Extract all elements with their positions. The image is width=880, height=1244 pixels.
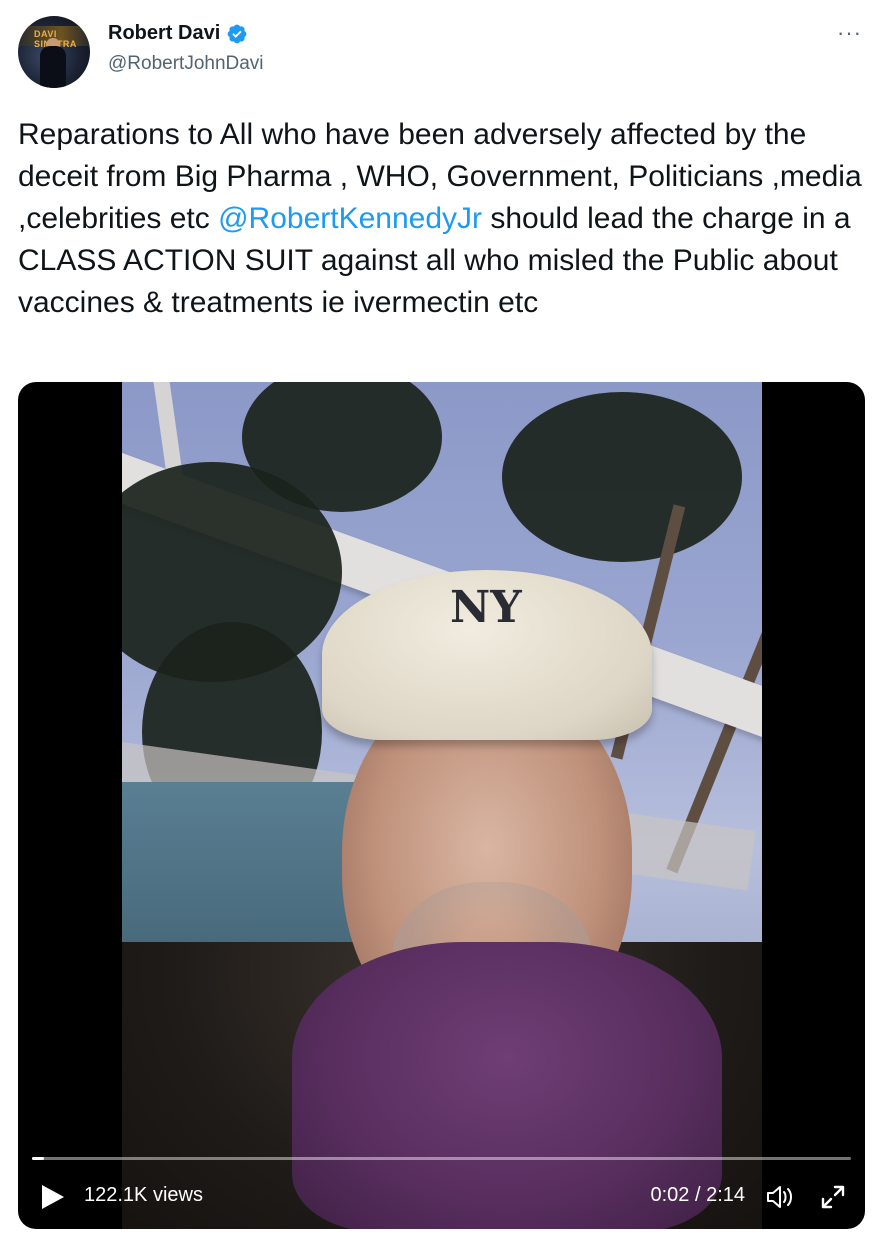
verified-badge-icon [227,24,247,43]
play-icon[interactable] [42,1185,64,1209]
author-display-name[interactable]: Robert Davi [108,22,220,45]
author-name-block: Robert Davi @RobertJohnDavi [108,22,264,75]
more-options-icon[interactable]: ··· [837,22,862,44]
palm-foliage [502,392,742,562]
mention-link[interactable]: @RobertKennedyJr [218,202,482,235]
view-count: 122.1K views [84,1184,203,1206]
avatar-poster-text: DAVI SINATRA [34,29,76,49]
progress-bar[interactable] [32,1157,851,1160]
video-controls: 122.1K views 0:02 / 2:14 [18,1139,865,1229]
author-handle[interactable]: @RobertJohnDavi [108,53,264,75]
tweet-text: Reparations to All who have been adverse… [18,114,870,324]
video-time: 0:02 / 2:14 [650,1184,745,1206]
avatar-figure [40,46,66,88]
author-display-name-row[interactable]: Robert Davi [108,22,248,45]
cap-logo: NY [450,582,522,633]
author-avatar[interactable]: DAVI SINATRA [18,16,90,88]
progress-fill [32,1157,45,1160]
fullscreen-icon[interactable] [819,1183,847,1211]
volume-icon[interactable] [765,1183,795,1211]
video-frame[interactable]: NY [122,382,762,1229]
video-player[interactable]: NY 122.1K views 0:02 / 2:14 [18,382,865,1229]
